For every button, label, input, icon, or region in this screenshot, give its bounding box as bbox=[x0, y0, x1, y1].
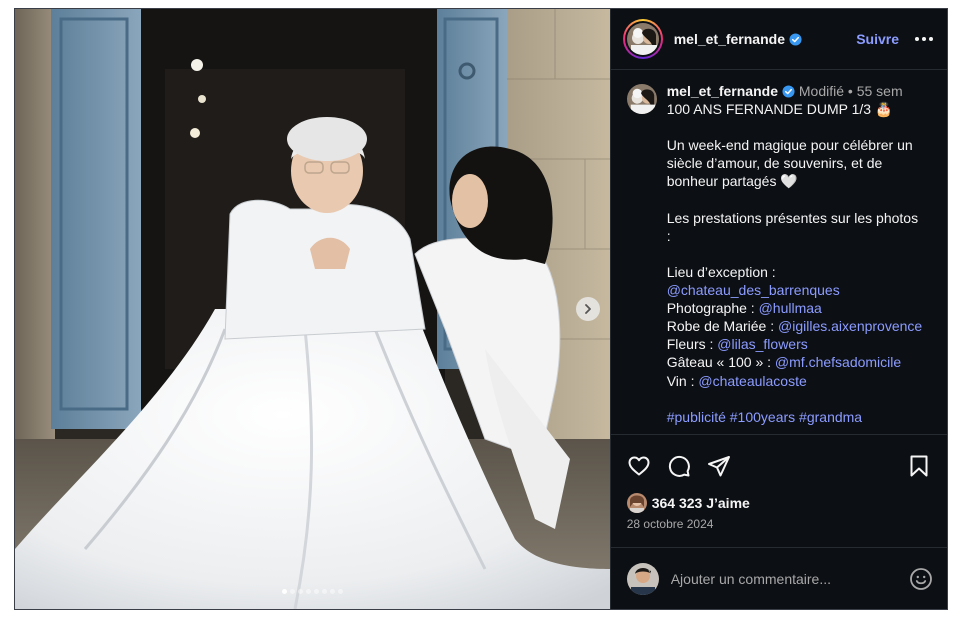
comment-bar bbox=[610, 547, 947, 609]
caption-avatar[interactable] bbox=[626, 84, 657, 114]
carousel-dot bbox=[329, 589, 335, 594]
flowers-label: Fleurs : bbox=[666, 336, 718, 353]
post-side-panel: mel_et_fernande Suivre mel_et_fernande M… bbox=[609, 9, 947, 609]
carousel-dot bbox=[297, 589, 303, 594]
current-user-avatar bbox=[626, 562, 659, 595]
caption-intro-line: Un week-end magique pour célébrer un bbox=[666, 137, 913, 154]
caption-username[interactable]: mel_et_fernande bbox=[667, 83, 778, 99]
follow-button[interactable]: Suivre bbox=[856, 31, 899, 47]
story-ring[interactable] bbox=[622, 19, 663, 59]
caption-services-line: Les prestations présentes sur les photos bbox=[666, 209, 919, 226]
liker-avatar bbox=[626, 493, 647, 513]
heart-icon bbox=[628, 456, 650, 475]
meta-separator: • bbox=[847, 83, 853, 99]
caption-intro-line: bonheur partagés 🤍 bbox=[666, 173, 798, 190]
hashtag-link[interactable]: #publicité bbox=[667, 409, 726, 425]
caption-intro-line: siècle d’amour, de souvenirs, et de bbox=[666, 155, 883, 172]
smiley-icon bbox=[910, 567, 932, 590]
caption: mel_et_fernande Modifié • 55 sem 100 ANS… bbox=[611, 70, 947, 434]
hashtag-line: #publicité #100years #grandma bbox=[667, 408, 933, 426]
carousel-dot bbox=[289, 589, 295, 594]
caption-text: mel_et_fernande Modifié • 55 sem 100 ANS… bbox=[667, 82, 933, 434]
chevron-right-icon bbox=[585, 304, 591, 314]
post-modal: mel_et_fernande Suivre mel_et_fernande M… bbox=[14, 8, 948, 610]
comment-bubble-icon bbox=[668, 455, 690, 477]
post-age[interactable]: 55 sem bbox=[857, 83, 903, 99]
venue-label: Lieu d’exception : bbox=[666, 263, 776, 280]
wine-mention-link[interactable]: @chateaulacoste bbox=[698, 373, 806, 389]
post-header: mel_et_fernande Suivre bbox=[610, 9, 947, 70]
emoji-button[interactable] bbox=[909, 567, 933, 591]
post-media[interactable] bbox=[15, 9, 610, 609]
more-horizontal-icon[interactable] bbox=[915, 33, 933, 45]
verified-badge-icon bbox=[789, 32, 802, 46]
caption-services-line: : bbox=[666, 227, 671, 244]
post-photo bbox=[15, 9, 610, 609]
carousel-dot bbox=[305, 589, 311, 594]
avatar bbox=[626, 23, 659, 55]
caption-title: 100 ANS FERNANDE DUMP 1/3 🎂 bbox=[666, 101, 893, 118]
like-button[interactable] bbox=[627, 454, 651, 478]
cake-label: Gâteau « 100 » : bbox=[666, 354, 775, 371]
post-date[interactable]: 28 octobre 2024 bbox=[611, 517, 947, 537]
carousel-dot bbox=[281, 589, 287, 594]
carousel-dot bbox=[313, 589, 319, 594]
dress-label: Robe de Mariée : bbox=[666, 318, 779, 335]
cake-mention-link[interactable]: @mf.chefsadomicile bbox=[775, 354, 901, 370]
action-bar bbox=[610, 434, 947, 496]
hashtag-link[interactable]: #grandma bbox=[799, 409, 862, 425]
carousel-dot bbox=[321, 589, 327, 594]
bookmark-icon bbox=[910, 455, 928, 476]
venue-mention-link[interactable]: @chateau_des_barrenques bbox=[667, 282, 840, 298]
paper-plane-icon bbox=[707, 455, 730, 476]
photographer-label: Photographe : bbox=[666, 300, 759, 317]
carousel-dot bbox=[337, 589, 343, 594]
likes-count[interactable]: 364 323 J’aime bbox=[652, 495, 750, 511]
header-username[interactable]: mel_et_fernande bbox=[674, 31, 785, 47]
wine-label: Vin : bbox=[666, 372, 699, 389]
save-button[interactable] bbox=[907, 454, 931, 478]
verified-badge-icon bbox=[782, 85, 795, 98]
flowers-mention-link[interactable]: @lilas_flowers bbox=[717, 336, 807, 352]
photographer-mention-link[interactable]: @hullmaa bbox=[759, 300, 822, 316]
hashtag-link[interactable]: #100years bbox=[730, 409, 795, 425]
comment-input[interactable] bbox=[670, 570, 909, 587]
edited-label: Modifié bbox=[798, 83, 845, 99]
comment-button[interactable] bbox=[667, 454, 691, 478]
share-button[interactable] bbox=[707, 454, 731, 478]
likes-row[interactable]: 364 323 J’aime bbox=[611, 492, 947, 514]
carousel-indicator bbox=[15, 589, 610, 594]
dress-mention-link[interactable]: @igilles.aixenprovence bbox=[778, 318, 922, 334]
carousel-next-button[interactable] bbox=[576, 297, 600, 321]
